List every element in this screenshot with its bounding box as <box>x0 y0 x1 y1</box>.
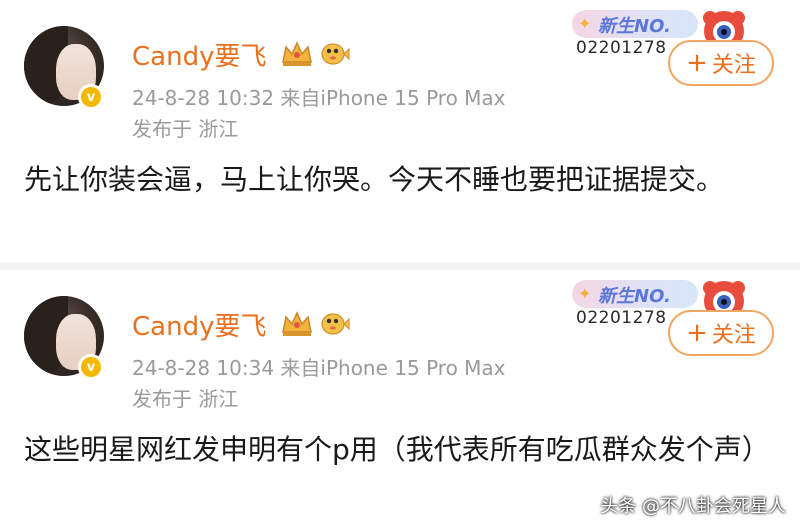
follow-button[interactable]: + 关注 <box>668 40 774 86</box>
badge-number: 02201278 <box>576 38 667 58</box>
pufferfish-icon <box>321 313 350 335</box>
crown-icon <box>282 41 312 66</box>
plus-icon: + <box>686 48 708 78</box>
verified-mark: v <box>86 89 96 105</box>
badge-title: 新生NO. <box>598 286 671 307</box>
username[interactable]: Candy要飞 <box>132 306 266 343</box>
watermark: 头条 @不八卦会死星人 <box>600 496 786 517</box>
verified-mark: v <box>86 359 96 375</box>
post-meta: 24-8-28 10:34 来自iPhone 15 Pro Max <box>132 356 506 380</box>
pufferfish-icon <box>321 43 350 65</box>
verified-badge-icon: v <box>78 354 104 380</box>
post-separator <box>0 262 800 270</box>
weibo-post-1: v Candy要飞 24-8-28 10:32 来自iPhone 15 Pro … <box>0 0 800 262</box>
username[interactable]: Candy要飞 <box>132 36 266 73</box>
post-meta: 24-8-28 10:32 来自iPhone 15 Pro Max <box>132 86 506 110</box>
verified-badge-icon: v <box>78 84 104 110</box>
crown-icon <box>282 311 312 336</box>
sparkle-icon: ✦ <box>578 284 592 303</box>
follow-button[interactable]: + 关注 <box>668 310 774 356</box>
post-location: 发布于 浙江 <box>132 117 239 141</box>
weibo-post-2: v Candy要飞 24-8-28 10:34 来自iPhone 15 Pro … <box>0 270 800 528</box>
post-location: 发布于 浙江 <box>132 387 239 411</box>
follow-label: 关注 <box>711 53 756 78</box>
badge-number: 02201278 <box>576 308 667 328</box>
sparkle-icon: ✦ <box>578 14 592 33</box>
follow-label: 关注 <box>711 323 756 348</box>
badge-title: 新生NO. <box>598 16 671 37</box>
plus-icon: + <box>686 318 708 348</box>
post-content: 这些明星网红发申明有个p用（我代表所有吃瓜群众发个声） <box>24 433 770 466</box>
post-content: 先让你装会逼，马上让你哭。今天不睡也要把证据提交。 <box>24 163 725 196</box>
